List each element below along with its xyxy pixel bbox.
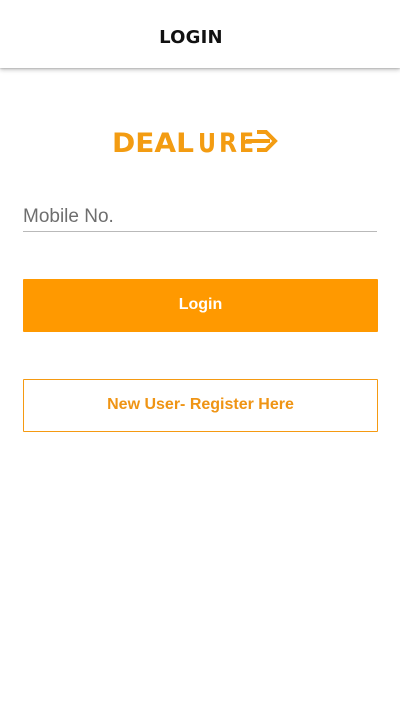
login-screen: LOGIN DEAL U R E Login New User- Registe… — [0, 0, 400, 710]
mobile-number-input[interactable] — [23, 203, 377, 230]
brand-logo: DEAL U R E — [112, 126, 278, 156]
register-button[interactable]: New User- Register Here — [23, 379, 378, 432]
logo-text-deal: DEAL — [112, 128, 194, 156]
page-title: LOGIN — [159, 27, 223, 48]
logo-text-r: R — [219, 128, 237, 156]
app-bar: LOGIN — [0, 0, 400, 68]
login-button[interactable]: Login — [23, 279, 378, 332]
mobile-field — [23, 203, 377, 232]
